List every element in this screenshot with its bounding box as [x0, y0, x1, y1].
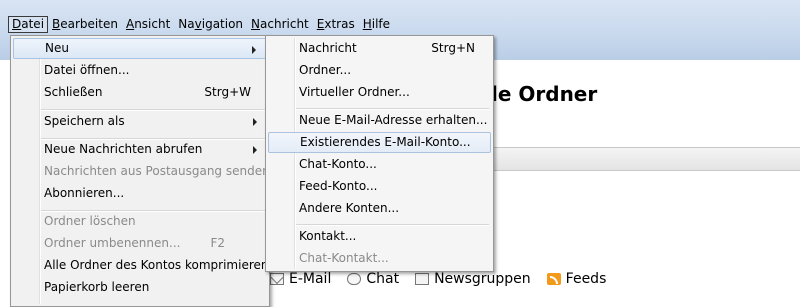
account-link-label: Chat — [366, 271, 400, 287]
menu-bearbeiten[interactable]: Bearbeiten — [48, 16, 122, 33]
account-link-feeds[interactable]: Feeds — [546, 271, 607, 287]
shortcut-label: Strg+N — [431, 41, 475, 55]
account-link-label: E-Mail — [289, 271, 332, 287]
chat-icon — [347, 273, 362, 285]
menu-item-feed-konto[interactable]: Feed-Konto... — [268, 176, 491, 197]
menu-item-neu[interactable]: Neu — [13, 38, 267, 59]
menu-hilfe[interactable]: Hilfe — [359, 16, 394, 33]
page-heading: le Ordner — [491, 82, 598, 106]
menu-extras[interactable]: Extras — [313, 16, 359, 33]
account-link-newsgroups[interactable]: Newsgruppen — [415, 271, 531, 287]
submenu-arrow-icon — [253, 146, 257, 154]
menu-item-ordner-umbenennen[interactable]: Ordner umbenennen... F2 — [13, 233, 267, 254]
menu-datei[interactable]: Datei — [8, 15, 49, 33]
mail-icon — [270, 273, 284, 285]
menu-item-virtueller-ordner[interactable]: Virtueller Ordner... — [268, 82, 491, 103]
account-link-email[interactable]: E-Mail — [270, 271, 331, 287]
menu-item-neue-email-adresse[interactable]: Neue E-Mail-Adresse erhalten... — [268, 110, 491, 131]
menu-item-kontakt[interactable]: Kontakt... — [268, 226, 491, 247]
submenu-arrow-icon — [253, 118, 257, 126]
shortcut-label: F2 — [210, 236, 225, 250]
menu-nachricht[interactable]: Nachricht — [247, 16, 313, 33]
neu-submenu: Nachricht Strg+N Ordner... Virtueller Or… — [265, 35, 494, 272]
menu-item-existierendes-email-konto[interactable]: Existierendes E-Mail-Konto... — [268, 132, 491, 153]
menu-item-nachricht[interactable]: Nachricht Strg+N — [268, 38, 491, 59]
menu-item-speichern-als[interactable]: Speichern als — [13, 111, 267, 132]
menu-item-abonnieren[interactable]: Abonnieren... — [13, 183, 267, 204]
account-link-label: Feeds — [565, 271, 607, 287]
account-link-label: Newsgruppen — [434, 271, 531, 287]
menu-item-chat-konto[interactable]: Chat-Konto... — [268, 154, 491, 175]
menu-item-papierkorb-leeren[interactable]: Papierkorb leeren — [13, 277, 267, 298]
menu-item-ordner-komprimieren[interactable]: Alle Ordner des Kontos komprimieren — [13, 255, 269, 276]
menu-item-schliessen[interactable]: Schließen Strg+W — [13, 82, 267, 103]
submenu-arrow-icon — [252, 46, 256, 54]
menu-item-andere-konten[interactable]: Andere Konten... — [268, 198, 491, 219]
menu-ansicht[interactable]: Ansicht — [122, 16, 174, 33]
menu-item-ordner[interactable]: Ordner... — [268, 60, 491, 81]
newsgroup-icon — [415, 273, 430, 285]
menu-navigation[interactable]: Navigation — [174, 16, 247, 33]
menu-item-ordner-loeschen[interactable]: Ordner löschen — [13, 211, 267, 232]
menu-item-postausgang-senden[interactable]: Nachrichten aus Postausgang senden — [13, 161, 270, 182]
feed-icon — [546, 273, 561, 285]
datei-menu: Neu Datei öffnen... Schließen Strg+W Spe… — [10, 35, 270, 307]
menu-item-datei-oeffnen[interactable]: Datei öffnen... — [13, 60, 267, 81]
account-link-chat[interactable]: Chat — [347, 271, 399, 287]
menu-item-neue-nachrichten-abrufen[interactable]: Neue Nachrichten abrufen — [13, 139, 267, 160]
shortcut-label: Strg+W — [204, 85, 251, 99]
menu-item-chat-kontakt[interactable]: Chat-Kontakt... — [268, 248, 491, 269]
